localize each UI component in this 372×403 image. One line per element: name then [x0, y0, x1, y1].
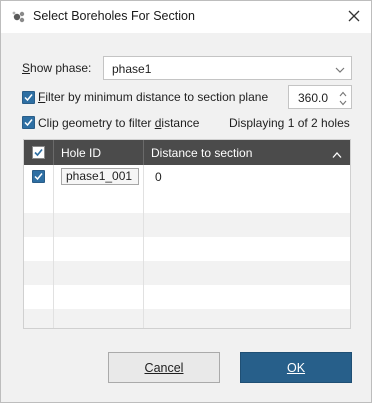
checkmark-icon	[34, 148, 43, 157]
distance-value: 360.0	[298, 91, 329, 105]
column-divider	[143, 165, 144, 328]
empty-row	[24, 309, 350, 328]
spin-up-icon[interactable]	[338, 89, 348, 98]
cancel-button[interactable]: Cancel	[108, 352, 220, 383]
filter-distance-label: Filter by minimum distance to section pl…	[38, 90, 269, 104]
boreholes-table: Hole ID Distance to section phase1_001 0	[23, 139, 351, 329]
table-header: Hole ID Distance to section	[24, 140, 350, 165]
distance-cell: 0	[155, 170, 162, 184]
empty-row	[24, 189, 350, 213]
column-divider	[53, 165, 54, 328]
column-separator	[143, 140, 144, 165]
close-button[interactable]	[341, 5, 367, 29]
empty-row	[24, 213, 350, 237]
displaying-count: Displaying 1 of 2 holes	[229, 116, 350, 130]
phase-select[interactable]: phase1	[103, 56, 352, 80]
column-header-hole-id[interactable]: Hole ID	[61, 146, 101, 160]
show-phase-label: Show phase:	[22, 61, 92, 75]
empty-row	[24, 261, 350, 285]
close-icon	[348, 10, 360, 25]
table-row[interactable]: phase1_001 0	[24, 165, 350, 189]
empty-row	[24, 237, 350, 261]
phase-select-value: phase1	[112, 62, 152, 76]
app-logo-icon	[11, 9, 27, 25]
column-separator	[53, 140, 54, 165]
sort-ascending-icon[interactable]	[332, 148, 342, 158]
chevron-down-icon	[335, 64, 345, 74]
select-all-checkbox[interactable]	[32, 146, 45, 159]
clip-geometry-label: Clip geometry to filter distance	[38, 116, 200, 130]
column-header-distance[interactable]: Distance to section	[151, 146, 252, 160]
ok-button[interactable]: OK	[240, 352, 352, 383]
filter-distance-checkbox[interactable]	[22, 91, 35, 104]
checkmark-icon	[24, 94, 33, 102]
hole-id-cell: phase1_001	[61, 168, 139, 185]
spin-down-icon[interactable]	[338, 98, 348, 107]
checkmark-icon	[34, 173, 43, 181]
empty-row	[24, 285, 350, 309]
checkmark-icon	[24, 119, 33, 127]
window-title: Select Boreholes For Section	[33, 9, 195, 23]
distance-spinbox[interactable]: 360.0	[288, 85, 352, 109]
title-bar: Select Boreholes For Section	[1, 1, 371, 33]
select-boreholes-dialog: Select Boreholes For Section Show phase:…	[0, 0, 372, 403]
clip-geometry-checkbox[interactable]	[22, 116, 35, 129]
row-checkbox[interactable]	[32, 170, 45, 183]
